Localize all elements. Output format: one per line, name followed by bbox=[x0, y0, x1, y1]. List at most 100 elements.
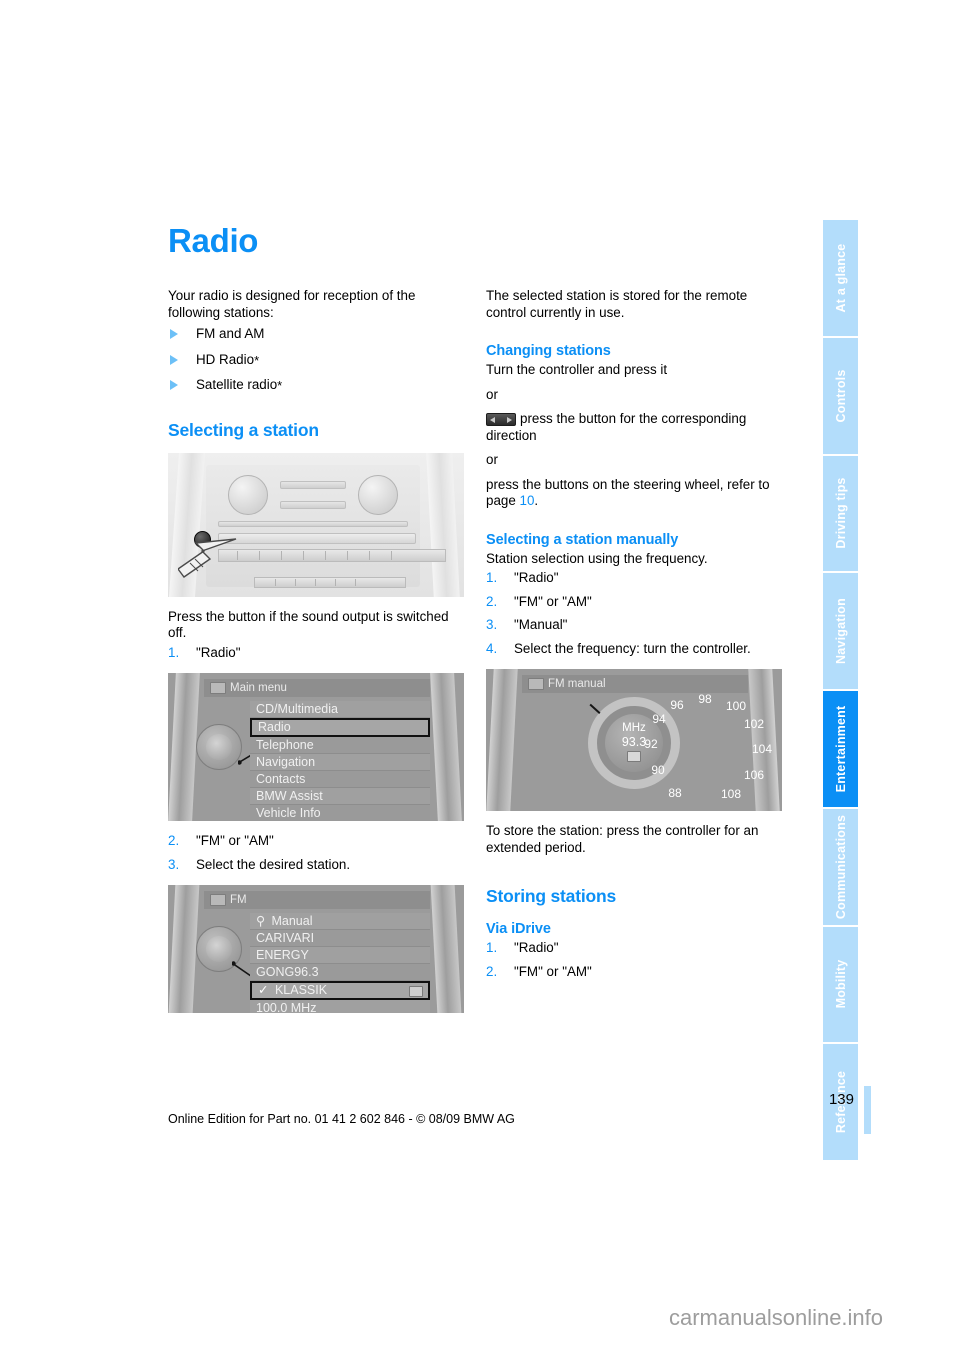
fm-icon bbox=[528, 678, 544, 690]
rocker-button-icon bbox=[486, 413, 516, 426]
screen-bezel-right bbox=[430, 673, 462, 821]
heading-storing-stations: Storing stations bbox=[486, 886, 616, 906]
dial-tick-96: 96 bbox=[670, 698, 684, 712]
select-station-step-1: 1. "Radio" bbox=[168, 645, 464, 662]
list-item-klassik[interactable]: ✓ KLASSIK bbox=[250, 981, 430, 1000]
figure-fm-manual-tuning-screen: FM manual MHz 93.3 88 90 92 94 96 98 100… bbox=[486, 669, 782, 811]
screen-header-label: Main menu bbox=[230, 682, 287, 694]
left-column: Your radio is designed for reception of … bbox=[168, 288, 464, 1025]
menu-item-cd-multimedia[interactable]: CD/Multimedia bbox=[250, 701, 430, 718]
tab-communications[interactable]: Communications bbox=[823, 808, 858, 925]
tab-entertainment[interactable]: Entertainment bbox=[823, 691, 858, 807]
step-text: "FM" or "AM" bbox=[514, 963, 592, 979]
controller-inner-ring bbox=[206, 936, 232, 962]
step-number: 2. bbox=[486, 963, 498, 979]
changing-line-3-period: . bbox=[534, 493, 539, 508]
list-item-1000mhz[interactable]: 100.0 MHz bbox=[250, 1000, 430, 1013]
hd-radio-badge-icon bbox=[409, 986, 423, 997]
search-icon: ⚲ bbox=[256, 914, 266, 928]
menu-item-label: BMW Assist bbox=[256, 789, 323, 803]
radio-preset-key-row bbox=[218, 548, 446, 562]
menu-item-vehicle-info[interactable]: Vehicle Info bbox=[250, 805, 430, 821]
station-types-list: FM and AM HD Radio* Satellite radio* bbox=[168, 326, 464, 394]
step-text: "Radio" bbox=[514, 940, 559, 955]
manual-intro-paragraph: Station selection using the frequency. bbox=[486, 550, 708, 566]
list-item: 1. "Radio" bbox=[486, 940, 782, 957]
list-item-label: ENERGY bbox=[256, 948, 309, 962]
tab-controls[interactable]: Controls bbox=[823, 337, 858, 454]
menu-item-radio[interactable]: Radio bbox=[250, 718, 430, 737]
menu-item-telephone[interactable]: Telephone bbox=[250, 737, 430, 754]
triangle-bullet-icon bbox=[170, 329, 178, 339]
tab-label: Driving tips bbox=[833, 477, 848, 549]
screen-header: FM manual bbox=[522, 675, 748, 693]
figure-main-menu-screen: Main menu CD/Multimedia Radio Telephone … bbox=[168, 673, 464, 821]
dial-tick-102: 102 bbox=[743, 717, 765, 731]
menu-item-label: CD/Multimedia bbox=[256, 702, 338, 716]
screen-header-label: FM manual bbox=[548, 678, 606, 690]
list-item-gong963[interactable]: GONG96.3 bbox=[250, 964, 430, 981]
step-text: "FM" or "AM" bbox=[196, 833, 274, 848]
checkmark-icon: ✓ bbox=[258, 983, 269, 997]
tab-mobility[interactable]: Mobility bbox=[823, 926, 858, 1043]
tuning-needle bbox=[589, 703, 601, 714]
site-watermark: carmanualsonline.info bbox=[669, 1305, 884, 1330]
tab-navigation[interactable]: Navigation bbox=[823, 573, 858, 689]
via-idrive-steps-list: 1. "Radio" 2. "FM" or "AM" bbox=[486, 940, 782, 980]
list-item: Satellite radio* bbox=[168, 377, 464, 394]
manual-steps-list: 1. "Radio" 2. "FM" or "AM" 3. "Manual" 4… bbox=[486, 570, 782, 657]
menu-item-bmw-assist[interactable]: BMW Assist bbox=[250, 788, 430, 805]
right-column: The selected station is stored for the r… bbox=[486, 288, 782, 987]
menu-item-navigation[interactable]: Navigation bbox=[250, 754, 430, 771]
section-tab-rail: At a glance Controls Driving tips Naviga… bbox=[823, 220, 858, 1160]
menu-item-label: Radio bbox=[258, 720, 291, 734]
list-item: HD Radio* bbox=[168, 352, 464, 369]
tab-label: Navigation bbox=[833, 598, 848, 665]
screen-header-label: FM bbox=[230, 894, 247, 906]
screen-bezel-right bbox=[748, 669, 780, 811]
select-station-steps-2-3: 2. "FM" or "AM" 3. Select the desired st… bbox=[168, 833, 464, 873]
tab-label: At a glance bbox=[833, 243, 848, 313]
list-item: 2. "FM" or "AM" bbox=[486, 964, 782, 981]
figure-fm-station-list-screen: FM ⚲ Manual CARIVARI ENERGY GONG96.3 ✓ K bbox=[168, 885, 464, 1013]
list-item-energy[interactable]: ENERGY bbox=[250, 947, 430, 964]
list-item: 3. Select the desired station. bbox=[168, 857, 464, 874]
screen-bezel-left bbox=[486, 669, 518, 811]
list-item: FM and AM bbox=[168, 326, 464, 343]
page-title: Radio bbox=[168, 222, 259, 259]
step-number: 1. bbox=[486, 570, 498, 585]
tab-label: Mobility bbox=[833, 959, 848, 1009]
or-separator-1: or bbox=[486, 386, 498, 402]
climate-button-strip bbox=[280, 500, 346, 509]
list-item-label: Satellite radio bbox=[196, 377, 278, 392]
heading-changing-stations: Changing stations bbox=[486, 343, 611, 359]
heading-selecting-a-station: Selecting a station bbox=[168, 419, 319, 440]
dial-tick-94: 94 bbox=[652, 712, 666, 726]
list-item: 2. "FM" or "AM" bbox=[486, 594, 782, 611]
heading-selecting-manually: Selecting a station manually bbox=[486, 531, 679, 548]
idrive-controller-illustration bbox=[196, 724, 242, 770]
step-text: "FM" or "AM" bbox=[514, 593, 592, 609]
page-reference-link[interactable]: 10 bbox=[520, 493, 535, 508]
list-item-carivari[interactable]: CARIVARI bbox=[250, 930, 430, 947]
tab-driving-tips[interactable]: Driving tips bbox=[823, 455, 858, 572]
footnote-star: * bbox=[254, 352, 260, 368]
menu-item-contacts[interactable]: Contacts bbox=[250, 771, 430, 788]
list-item-manual[interactable]: ⚲ Manual bbox=[250, 913, 430, 930]
list-item: 3. "Manual" bbox=[486, 617, 782, 634]
heading-via-idrive: Via iDrive bbox=[486, 921, 551, 937]
dial-tick-100: 100 bbox=[725, 699, 747, 713]
list-item: 1. "Radio" bbox=[486, 570, 782, 587]
step-number: 2. bbox=[168, 833, 180, 848]
tab-at-a-glance[interactable]: At a glance bbox=[823, 220, 858, 336]
figure-audio-button-photo bbox=[168, 452, 464, 597]
step-text: Select the frequency: turn the controlle… bbox=[514, 640, 751, 656]
lower-key-row bbox=[254, 576, 406, 588]
step-number: 3. bbox=[168, 856, 180, 872]
remote-note-paragraph: The selected station is stored for the r… bbox=[486, 288, 748, 320]
tab-label: Controls bbox=[833, 369, 848, 423]
footnote-star: * bbox=[277, 378, 283, 393]
radio-display-strip bbox=[218, 532, 416, 544]
list-item-label: KLASSIK bbox=[274, 983, 328, 997]
manual-page: Radio Your radio is designed for recepti… bbox=[0, 0, 960, 1358]
